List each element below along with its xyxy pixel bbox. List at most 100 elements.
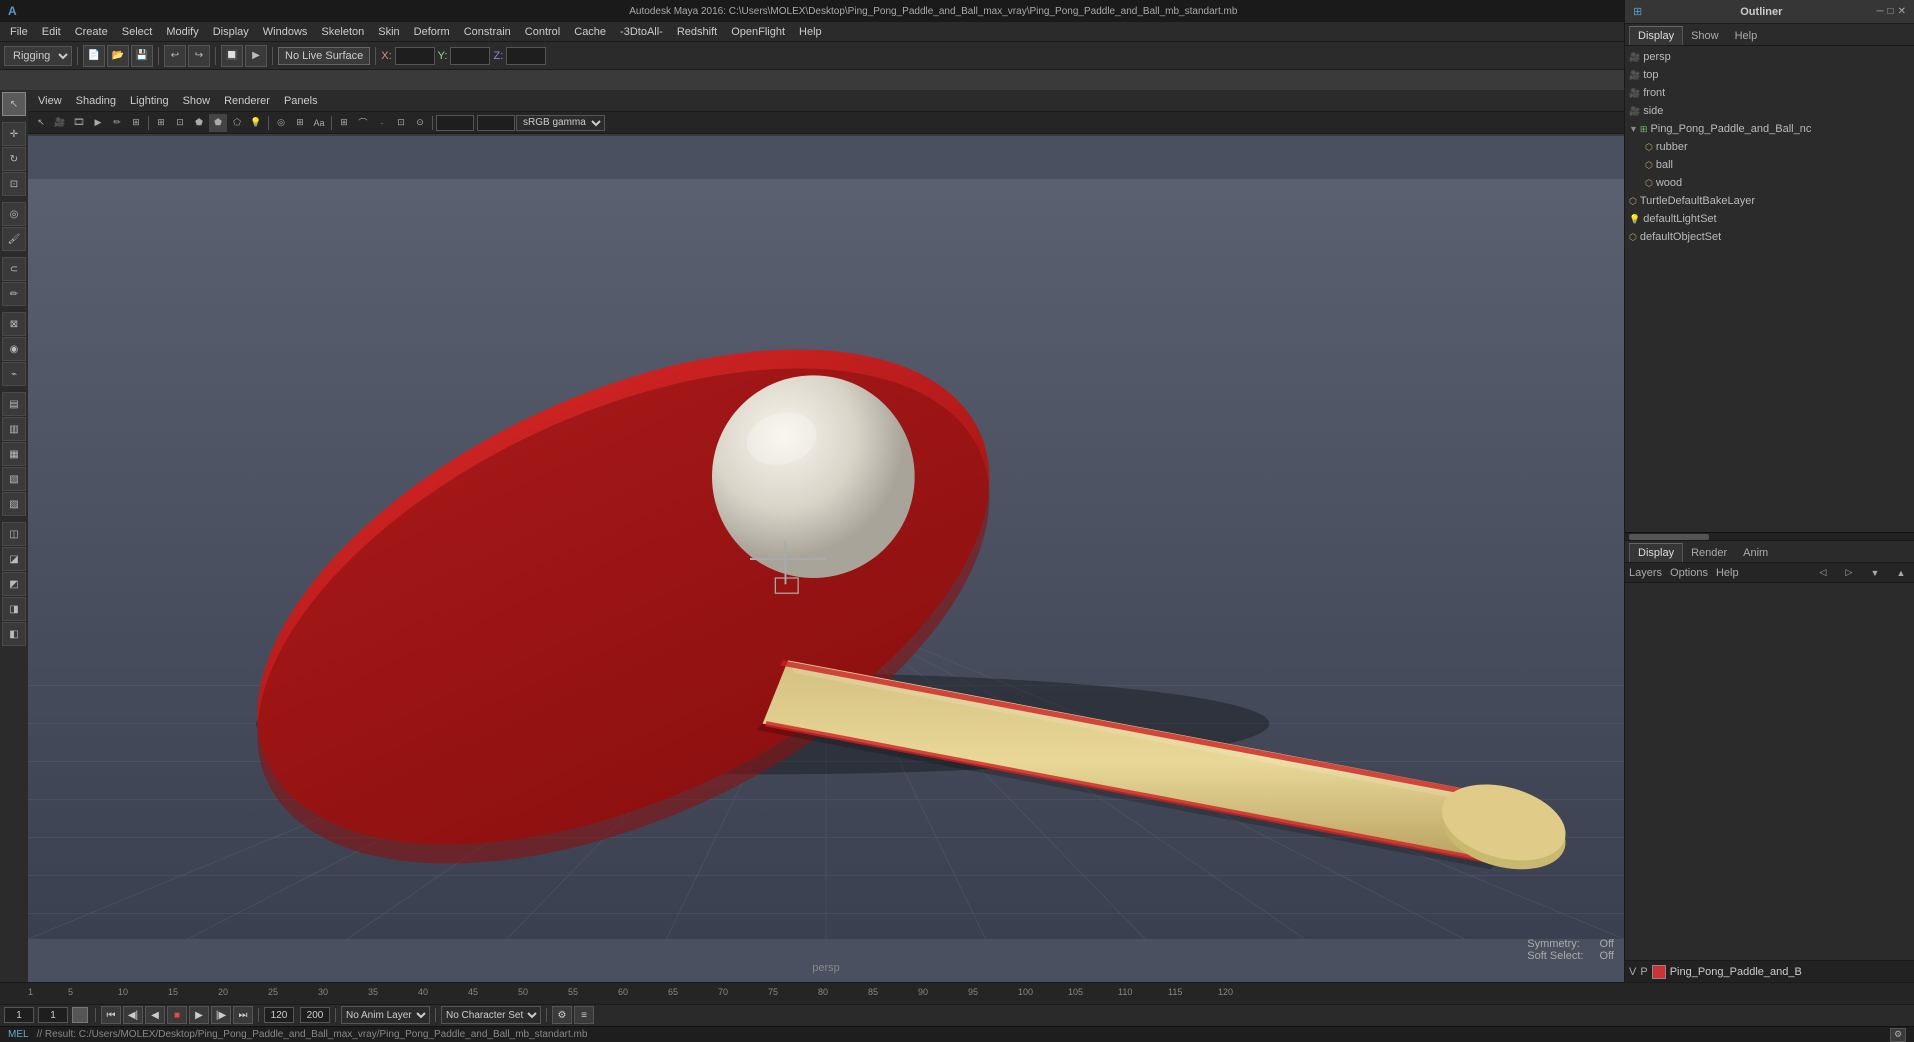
color-space-dropdown[interactable]: sRGB gamma [516, 115, 605, 131]
z-input[interactable] [506, 47, 546, 65]
play-back-button[interactable]: ◀ [145, 1006, 165, 1024]
new-scene-button[interactable]: 📄 [83, 45, 105, 67]
open-scene-button[interactable]: 📂 [107, 45, 129, 67]
select-tool-button[interactable]: ↖ [2, 92, 26, 116]
shaded-wire-icon[interactable]: ⬟ [209, 114, 227, 132]
resolution-icon[interactable]: ⊞ [291, 114, 309, 132]
shaded-icon[interactable]: ⬟ [190, 114, 208, 132]
lighting-menu[interactable]: Lighting [124, 93, 175, 109]
menu-3dtoall[interactable]: -3DtoAll- [614, 24, 669, 40]
panels-menu[interactable]: Panels [278, 93, 324, 109]
cb-action-1[interactable]: ◁ [1814, 564, 1832, 582]
anim-options-button[interactable]: ≡ [574, 1006, 594, 1024]
cb-sub-help[interactable]: Help [1716, 567, 1739, 579]
time-ruler[interactable]: 1 5 10 15 20 25 30 35 40 45 50 55 60 65 … [0, 983, 1914, 1005]
layer-tool-3[interactable]: ▦ [2, 442, 26, 466]
character-set-dropdown[interactable]: No Character Set [441, 1006, 541, 1024]
anim-end-input[interactable] [300, 1007, 330, 1023]
mode-dropdown[interactable]: Rigging [4, 46, 72, 66]
render-button[interactable]: 🔲 [221, 45, 243, 67]
stop-button[interactable]: ■ [167, 1006, 187, 1024]
joint-tool-button[interactable]: ◉ [2, 337, 26, 361]
outliner-item-default-obj[interactable]: ⬡ defaultObjectSet [1625, 228, 1914, 246]
undo-button[interactable]: ↩ [164, 45, 186, 67]
outliner-scrollbar[interactable] [1625, 532, 1914, 540]
menu-constrain[interactable]: Constrain [458, 24, 517, 40]
multiplier-input[interactable]: 1.00 [477, 115, 515, 131]
cb-action-2[interactable]: ▷ [1840, 564, 1858, 582]
menu-file[interactable]: File [4, 24, 34, 40]
menu-modify[interactable]: Modify [160, 24, 204, 40]
save-scene-button[interactable]: 💾 [131, 45, 153, 67]
outliner-close[interactable]: ✕ [1898, 6, 1906, 17]
layer-tool-5[interactable]: ▨ [2, 492, 26, 516]
isolate-icon[interactable]: ◎ [272, 114, 290, 132]
cb-tab-display[interactable]: Display [1629, 543, 1683, 562]
menu-openflight[interactable]: OpenFlight [725, 24, 791, 40]
play-forward-button[interactable]: ▶ [189, 1006, 209, 1024]
step-back-button[interactable]: ◀| [123, 1006, 143, 1024]
paint-select-button[interactable]: ✏ [2, 282, 26, 306]
snap-view-icon[interactable]: ⊡ [392, 114, 410, 132]
skip-to-start-button[interactable]: ⏮ [101, 1006, 121, 1024]
paint-fx-icon[interactable]: ✏ [108, 114, 126, 132]
outliner-item-top[interactable]: 🎥 top [1625, 66, 1914, 84]
status-settings-button[interactable]: ⚙ [1890, 1028, 1906, 1042]
outliner-item-wood[interactable]: ⬡ wood [1625, 174, 1914, 192]
snap-grid-icon[interactable]: ⊞ [335, 114, 353, 132]
menu-edit[interactable]: Edit [36, 24, 67, 40]
cb-tab-render[interactable]: Render [1683, 544, 1735, 562]
menu-skin[interactable]: Skin [372, 24, 405, 40]
outliner-item-default-light[interactable]: 💡 defaultLightSet [1625, 210, 1914, 228]
no-live-surface-button[interactable]: No Live Surface [278, 47, 370, 65]
view-menu[interactable]: View [32, 93, 68, 109]
outliner-item-ping-pong[interactable]: ▼ ⊞ Ping_Pong_Paddle_and_Ball_nc [1625, 120, 1914, 138]
ik-handle-button[interactable]: ⌁ [2, 362, 26, 386]
outliner-item-turtle[interactable]: ⬡ TurtleDefaultBakeLayer [1625, 192, 1914, 210]
render-settings-3[interactable]: ◩ [2, 572, 26, 596]
uv-icon[interactable]: ⊞ [127, 114, 145, 132]
tab-display[interactable]: Display [1629, 26, 1683, 45]
camera-icon[interactable]: 🎥 [51, 114, 69, 132]
rotate-tool-button[interactable]: ↻ [2, 147, 26, 171]
outliner-minimize[interactable]: ─ [1876, 6, 1883, 17]
cluster-button[interactable]: ⊠ [2, 312, 26, 336]
menu-display[interactable]: Display [207, 24, 255, 40]
menu-create[interactable]: Create [69, 24, 114, 40]
gamma-input[interactable]: 0.00 [436, 115, 474, 131]
menu-deform[interactable]: Deform [408, 24, 456, 40]
paint-skin-button[interactable]: 🖌 [2, 227, 26, 251]
grid-icon[interactable]: ⊞ [152, 114, 170, 132]
select-icon[interactable]: ↖ [32, 114, 50, 132]
menu-skeleton[interactable]: Skeleton [315, 24, 370, 40]
aa-icon[interactable]: Aa [310, 114, 328, 132]
x-input[interactable] [395, 47, 435, 65]
layer-tool-1[interactable]: ▤ [2, 392, 26, 416]
cb-action-4[interactable]: ▲ [1892, 564, 1910, 582]
renderer-menu[interactable]: Renderer [218, 93, 276, 109]
viewport[interactable]: x y z persp Symmetry: Off Soft Select: O… [28, 136, 1624, 982]
lasso-button[interactable]: ⊂ [2, 257, 26, 281]
layer-visibility-label[interactable]: V [1629, 966, 1636, 978]
cb-sub-options[interactable]: Options [1670, 567, 1708, 579]
range-start-input[interactable] [38, 1007, 68, 1023]
tab-show[interactable]: Show [1683, 27, 1727, 45]
outliner-item-ball[interactable]: ⬡ ball [1625, 156, 1914, 174]
render-settings-5[interactable]: ◧ [2, 622, 26, 646]
show-menu[interactable]: Show [177, 93, 217, 109]
anim-preferences-button[interactable]: ⚙ [552, 1006, 572, 1024]
tab-help[interactable]: Help [1727, 27, 1766, 45]
ipr-button[interactable]: ▶ [245, 45, 267, 67]
render-settings-4[interactable]: ◨ [2, 597, 26, 621]
snap-curve-icon[interactable]: ⌒ [354, 114, 372, 132]
move-tool-button[interactable]: ✛ [2, 122, 26, 146]
layer-tool-4[interactable]: ▧ [2, 467, 26, 491]
layer-tool-2[interactable]: ▥ [2, 417, 26, 441]
y-input[interactable] [450, 47, 490, 65]
cb-sub-layers[interactable]: Layers [1629, 567, 1662, 579]
menu-windows[interactable]: Windows [257, 24, 314, 40]
textured-icon[interactable]: ⬠ [228, 114, 246, 132]
menu-redshift[interactable]: Redshift [671, 24, 723, 40]
outliner-item-side[interactable]: 🎥 side [1625, 102, 1914, 120]
render-settings-1[interactable]: ◫ [2, 522, 26, 546]
